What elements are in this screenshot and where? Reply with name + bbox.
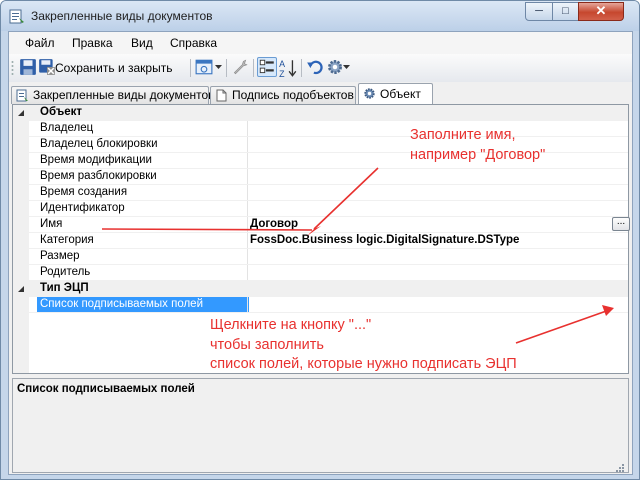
dropdown-arrow-icon	[343, 65, 350, 69]
category-name: Тип ЭЦП	[40, 282, 89, 294]
column-divider	[247, 265, 248, 281]
minimize-button[interactable]: ─	[525, 2, 553, 21]
property-row[interactable]: Идентификатор	[13, 201, 628, 217]
property-row[interactable]: Время разблокировки	[13, 169, 628, 185]
property-value[interactable]: Договор	[250, 218, 298, 230]
app-window: Закрепленные виды документов ─ □ ✕ Файл …	[0, 0, 640, 480]
window-title: Закрепленные виды документов	[31, 9, 213, 23]
property-name: Время разблокировки	[40, 170, 157, 182]
toolbar-separator	[190, 59, 191, 77]
description-panel: Список подписываемых полей	[12, 378, 629, 473]
property-value[interactable]: FossDoc.Business logic.DigitalSignature.…	[250, 234, 519, 246]
property-row[interactable]: Время создания	[13, 185, 628, 201]
tab-label: Подпись подобъектов	[232, 88, 354, 102]
column-divider	[247, 217, 248, 233]
ellipsis-button[interactable]: ...	[612, 217, 630, 231]
column-divider	[247, 233, 248, 249]
svg-text:A: A	[279, 59, 285, 69]
property-name: Список подписываемых полей	[37, 297, 249, 313]
title-bar[interactable]: Закрепленные виды документов ─ □ ✕	[1, 1, 639, 31]
category-header[interactable]: Тип ЭЦП	[13, 281, 628, 297]
annotation-button-hint-line1: Щелкните на кнопку "..."	[210, 317, 372, 333]
undo-button[interactable]	[306, 58, 324, 78]
categorized-view-icon	[259, 59, 274, 74]
column-divider	[247, 121, 248, 137]
property-name: Время модификации	[40, 154, 152, 166]
property-name: Имя	[40, 218, 63, 230]
document-types-icon	[16, 89, 28, 102]
annotation-name-hint-line2: например "Договор"	[410, 147, 546, 163]
menu-bar: Файл Правка Вид Справка	[9, 32, 632, 54]
column-divider	[247, 169, 248, 185]
menu-help[interactable]: Справка	[170, 36, 217, 50]
save-close-icon	[39, 59, 55, 75]
resize-grip-icon[interactable]	[613, 463, 625, 475]
tab-label: Закрепленные виды документов	[33, 88, 215, 102]
settings-button[interactable]	[326, 58, 344, 78]
dropdown-arrow-icon	[215, 65, 222, 69]
tab-strip: Закрепленные виды документов Подпись под…	[9, 82, 632, 104]
menu-view[interactable]: Вид	[131, 36, 153, 50]
property-name: Владелец блокировки	[40, 138, 158, 150]
toolbar: Сохранить и закрыть A Z	[9, 54, 632, 83]
menu-edit[interactable]: Правка	[72, 36, 113, 50]
tab-object[interactable]: Объект	[358, 83, 433, 104]
form-icon	[195, 59, 213, 75]
column-divider	[247, 201, 248, 217]
column-divider	[247, 185, 248, 201]
property-name: Размер	[40, 250, 80, 262]
categorized-view-button[interactable]	[257, 57, 277, 77]
alphabetical-sort-icon: A Z	[279, 59, 297, 78]
gear-icon	[328, 60, 342, 74]
maximize-button[interactable]: □	[552, 2, 579, 21]
tab-label: Объект	[380, 87, 421, 101]
collapse-triangle-icon[interactable]	[17, 285, 25, 293]
save-and-close-label: Сохранить и закрыть	[55, 61, 173, 75]
svg-text:Z: Z	[279, 69, 285, 78]
property-row[interactable]: Категория FossDoc.Business logic.DigitalS…	[13, 233, 628, 249]
object-gear-icon	[364, 88, 375, 99]
property-name: Категория	[40, 234, 94, 246]
property-row[interactable]: Размер	[13, 249, 628, 265]
tab-subobject-signature[interactable]: Подпись подобъектов	[210, 86, 356, 104]
undo-icon	[307, 60, 323, 75]
close-button[interactable]: ✕	[578, 2, 624, 21]
annotation-button-hint-line2: чтобы заполнить	[210, 337, 324, 353]
toolbar-separator	[226, 59, 227, 77]
property-row[interactable]: Владелец	[13, 121, 628, 137]
property-name: Время создания	[40, 186, 128, 198]
toolbar-separator	[301, 59, 302, 77]
property-row[interactable]: Список подписываемых полей	[13, 297, 628, 313]
client-area: Файл Правка Вид Справка Сохранить и закр…	[8, 31, 633, 475]
annotation-button-hint-line3: список полей, которые нужно подписать ЭЦ…	[210, 356, 517, 372]
toolbar-grip-icon	[11, 61, 14, 75]
column-divider	[247, 297, 248, 313]
app-icon	[9, 9, 24, 24]
annotation-name-hint-line1: Заполните имя,	[410, 127, 516, 143]
category-header[interactable]: Объект	[13, 105, 628, 121]
property-name: Родитель	[40, 266, 91, 278]
property-row[interactable]: Имя Договор	[13, 217, 628, 233]
save-icon	[20, 59, 36, 75]
category-name: Объект	[40, 106, 83, 118]
menu-file[interactable]: Файл	[25, 36, 55, 50]
toolbar-separator	[253, 59, 254, 77]
property-name: Владелец	[40, 122, 94, 134]
tab-fixed-document-types[interactable]: Закрепленные виды документов	[11, 86, 215, 104]
page-icon	[216, 89, 227, 102]
collapse-triangle-icon[interactable]	[17, 109, 25, 117]
description-title: Список подписываемых полей	[17, 383, 195, 395]
tools-icon	[233, 59, 248, 75]
column-divider	[247, 153, 248, 169]
row-divider	[29, 312, 628, 313]
save-button[interactable]	[19, 58, 37, 78]
alphabetical-sort-button[interactable]: A Z	[279, 58, 297, 78]
column-divider	[247, 137, 248, 153]
column-divider	[247, 249, 248, 265]
tools-button[interactable]	[231, 58, 249, 78]
property-row[interactable]: Родитель	[13, 265, 628, 281]
property-name: Идентификатор	[40, 202, 125, 214]
form-button[interactable]	[195, 58, 213, 78]
